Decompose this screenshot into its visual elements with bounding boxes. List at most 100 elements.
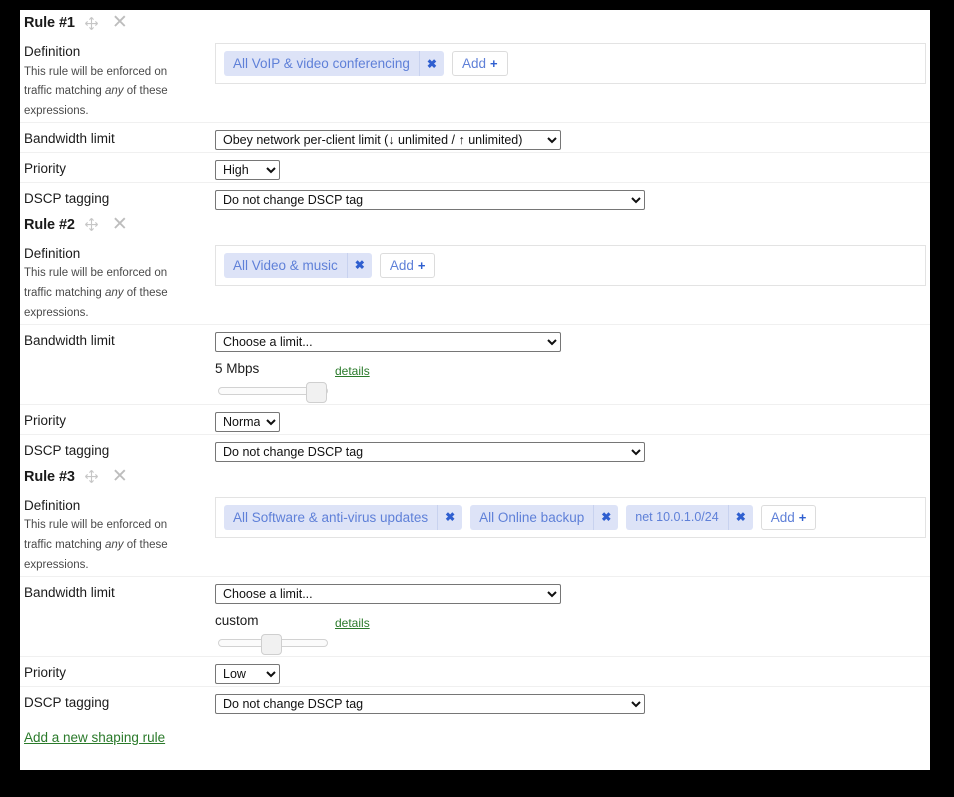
dscp-tagging-value-col: Do not change DSCP tag	[215, 189, 930, 210]
dscp-tagging-row: DSCP tagging Do not change DSCP tag	[20, 181, 930, 212]
definition-label-col: Definition This rule will be enforced on …	[20, 244, 215, 324]
definition-value-col: All Software & anti-virus updates ✖ All On…	[215, 496, 930, 538]
dscp-tagging-label: DSCP tagging	[24, 190, 110, 206]
dscp-tagging-label-col: DSCP tagging	[20, 441, 215, 461]
dscp-tagging-row: DSCP tagging Do not change DSCP tag	[20, 685, 930, 716]
priority-label-col: Priority	[20, 411, 215, 431]
remove-tag-icon[interactable]: ✖	[727, 504, 753, 530]
bandwidth-limit-value-col: Choose a limit... 5 Mbps details	[215, 331, 930, 404]
definition-value-col: All VoIP & video conferencing ✖ Add +	[215, 42, 930, 84]
bandwidth-slider[interactable]	[218, 633, 328, 655]
remove-tag-icon[interactable]: ✖	[593, 504, 618, 530]
definition-row: Definition This rule will be enforced on …	[20, 490, 930, 576]
definition-box: All VoIP & video conferencing ✖ Add +	[215, 43, 926, 84]
definition-tag-label: All Software & anti-virus updates	[233, 509, 429, 525]
priority-label-col: Priority	[20, 663, 215, 683]
definition-label-col: Definition This rule will be enforced on …	[20, 496, 215, 576]
add-expression-button[interactable]: Add +	[451, 51, 508, 76]
dscp-tagging-value-col: Do not change DSCP tag	[215, 441, 930, 462]
bandwidth-limit-label-col: Bandwidth limit	[20, 331, 215, 351]
definition-tag-label: All Video & music	[233, 257, 338, 273]
move-icon[interactable]	[84, 217, 99, 232]
definition-tag: All Video & music ✖	[224, 252, 372, 278]
move-icon[interactable]	[84, 469, 99, 484]
priority-row: Priority Low	[20, 655, 930, 686]
dscp-tagging-label-col: DSCP tagging	[20, 189, 215, 209]
bandwidth-limit-row: Bandwidth limit Obey network per-client l…	[20, 121, 930, 152]
bandwidth-limit-control: Choose a limit... 5 Mbps details	[215, 331, 930, 404]
bandwidth-slider-row: details	[215, 364, 930, 404]
bandwidth-limit-value-col: Choose a limit... custom details	[215, 583, 930, 656]
definition-tag: All Online backup ✖	[470, 504, 619, 530]
bandwidth-limit-row: Bandwidth limit Choose a limit... custom de…	[20, 575, 930, 656]
rule-header: Rule #2 ✕	[20, 212, 930, 238]
bandwidth-limit-value: 5 Mbps	[215, 360, 260, 376]
bandwidth-limit-control: Obey network per-client limit (↓ unlimit…	[215, 129, 930, 150]
add-expression-button[interactable]: Add +	[379, 252, 436, 278]
rule-header: Rule #1 ✕	[20, 10, 930, 36]
dscp-tagging-row: DSCP tagging Do not change DSCP tag	[20, 433, 930, 464]
priority-label: Priority	[24, 664, 67, 680]
bandwidth-slider-handle[interactable]	[260, 633, 282, 655]
bandwidth-limit-row: Bandwidth limit Choose a limit... 5 Mbps de…	[20, 323, 930, 404]
bandwidth-limit-label-col: Bandwidth limit	[20, 583, 215, 603]
bandwidth-slider[interactable]	[218, 381, 328, 403]
dscp-tagging-select[interactable]: Do not change DSCP tag	[215, 441, 645, 462]
priority-label: Priority	[24, 412, 67, 428]
move-icon[interactable]	[84, 16, 99, 31]
priority-row: Priority High	[20, 151, 930, 182]
bandwidth-limit-label: Bandwidth limit	[24, 584, 115, 600]
dscp-tagging-select[interactable]: Do not change DSCP tag	[215, 693, 645, 714]
definition-value-col: All Video & music ✖ Add +	[215, 244, 930, 286]
priority-select[interactable]: High	[215, 159, 280, 180]
definition-label: Definition	[24, 245, 81, 261]
priority-label: Priority	[24, 160, 67, 176]
remove-tag-icon[interactable]: ✖	[437, 504, 462, 530]
dscp-tagging-select[interactable]: Do not change DSCP tag	[215, 189, 645, 210]
bandwidth-limit-label: Bandwidth limit	[24, 332, 115, 348]
traffic-shaping-rules-panel: Rule #1 ✕ Definition This rule will be enfo…	[20, 10, 930, 770]
close-icon[interactable]: ✕	[112, 215, 128, 234]
bandwidth-slider-handle[interactable]	[306, 381, 327, 403]
close-icon[interactable]: ✕	[112, 467, 128, 486]
dscp-tagging-label: DSCP tagging	[24, 442, 110, 458]
definition-row: Definition This rule will be enforced on …	[20, 238, 930, 324]
details-link[interactable]: details	[335, 616, 370, 630]
rule-title: Rule #2	[24, 216, 75, 233]
rule-header: Rule #3 ✕	[20, 464, 930, 490]
add-button-label: Add	[770, 509, 795, 525]
definition-box: All Video & music ✖ Add +	[215, 244, 926, 286]
definition-tag-label: All Online backup	[479, 509, 585, 525]
add-button-label: Add	[461, 56, 486, 71]
bandwidth-limit-select[interactable]: Choose a limit...	[215, 583, 561, 604]
bandwidth-limit-control: Choose a limit... custom details	[215, 583, 930, 656]
definition-tag: net 10.0.1.0/24 ✖	[626, 504, 753, 530]
definition-label: Definition	[24, 44, 81, 59]
definition-help-text: This rule will be enforced on traffic ma…	[24, 267, 168, 319]
plus-icon: +	[489, 56, 498, 71]
close-icon[interactable]: ✕	[112, 13, 128, 32]
priority-select[interactable]: Normal	[215, 411, 280, 432]
rule-title: Rule #1	[24, 15, 75, 31]
priority-row: Priority Normal	[20, 403, 930, 434]
dscp-tagging-value-col: Do not change DSCP tag	[215, 693, 930, 714]
bandwidth-limit-select[interactable]: Obey network per-client limit (↓ unlimit…	[215, 129, 561, 150]
bandwidth-limit-label: Bandwidth limit	[24, 130, 115, 146]
definition-tag-label: net 10.0.1.0/24	[635, 510, 719, 525]
add-new-shaping-rule-link[interactable]: Add a new shaping rule	[24, 730, 165, 745]
details-link[interactable]: details	[335, 364, 370, 378]
plus-icon: +	[417, 257, 426, 273]
priority-value-col: Low	[215, 663, 930, 684]
remove-tag-icon[interactable]: ✖	[346, 252, 372, 278]
remove-tag-icon[interactable]: ✖	[418, 51, 444, 76]
bandwidth-slider-row: details	[215, 616, 930, 656]
plus-icon: +	[798, 509, 807, 525]
priority-select[interactable]: Low	[215, 663, 280, 684]
bandwidth-limit-select[interactable]: Choose a limit...	[215, 331, 561, 352]
bandwidth-limit-label-col: Bandwidth limit	[20, 129, 215, 149]
definition-row: Definition This rule will be enforced on …	[20, 36, 930, 122]
add-expression-button[interactable]: Add +	[760, 504, 817, 530]
dscp-tagging-label-col: DSCP tagging	[20, 693, 215, 713]
dscp-tagging-label: DSCP tagging	[24, 694, 110, 710]
definition-help-text: This rule will be enforced on traffic ma…	[24, 65, 168, 118]
